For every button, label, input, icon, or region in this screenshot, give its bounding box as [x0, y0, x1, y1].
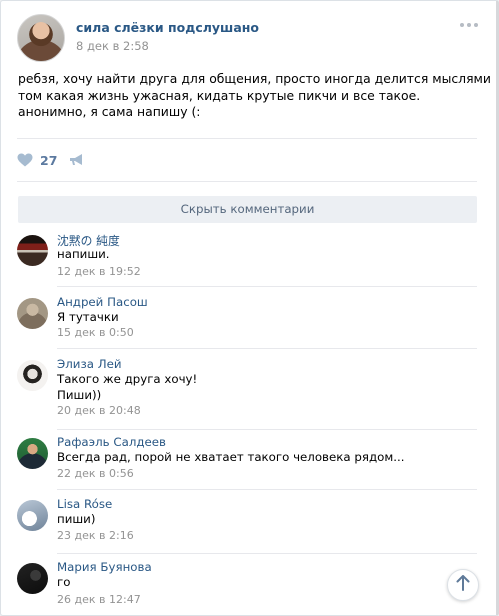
- post-text-line: ребзя, хочу найти друга для общения, про…: [18, 71, 499, 86]
- like-button[interactable]: 27: [17, 151, 57, 169]
- comment-item: 沈黙の 純度 напиши. 12 дек в 19:52: [17, 232, 479, 292]
- group-avatar[interactable]: [17, 14, 65, 62]
- comment-date[interactable]: 12 дек в 19:52: [57, 265, 141, 278]
- post-header: сила слёзки подслушано 8 дек в 2:58: [17, 14, 482, 62]
- comment-author[interactable]: Элиза Лей: [57, 357, 122, 371]
- scroll-to-top-button[interactable]: [447, 569, 479, 601]
- comment-avatar[interactable]: [17, 500, 48, 531]
- divider: [17, 138, 477, 139]
- comment-date[interactable]: 23 дек в 2:16: [57, 529, 134, 542]
- comment-text-line: го: [57, 575, 71, 589]
- comment-text-line: Пиши)): [57, 387, 102, 402]
- comment-item: Рафаэль Салдеев Всегда рад, порой не хва…: [17, 435, 479, 495]
- heart-icon: [17, 153, 33, 167]
- comment-text-line: Такого же друга хочу!: [57, 372, 198, 386]
- comment-date[interactable]: 22 дек в 0:56: [57, 467, 134, 480]
- divider: [57, 429, 477, 430]
- divider: [57, 553, 477, 554]
- divider: [57, 286, 477, 287]
- group-name-link[interactable]: сила слёзки подслушано: [76, 20, 259, 35]
- comment-text: напиши.: [57, 247, 110, 263]
- comment-text-line: напиши.: [57, 247, 110, 261]
- comment-avatar[interactable]: [17, 235, 48, 266]
- comment-author[interactable]: Lisa Róse: [57, 497, 112, 511]
- comment-text-line: пиши): [57, 512, 96, 526]
- comment-date[interactable]: 26 дек в 12:47: [57, 593, 141, 606]
- comment-text-line: Всегда рад, порой не хватает такого чело…: [57, 450, 405, 464]
- comment-avatar[interactable]: [17, 360, 48, 391]
- comment-date[interactable]: 15 дек в 0:50: [57, 326, 134, 339]
- comment-date[interactable]: 20 дек в 20:48: [57, 404, 141, 417]
- comment-text: го: [57, 575, 70, 591]
- comment-text: Я тутачки: [57, 310, 119, 326]
- comment-item: Андрей Пасош Я тутачки 15 дек в 0:50: [17, 295, 479, 355]
- comment-avatar[interactable]: [17, 438, 48, 469]
- post-date[interactable]: 8 дек в 2:58: [76, 39, 152, 53]
- post-date-text: 8 дек в 2:58: [76, 39, 149, 53]
- comment-item: Мария Буянова го 26 дек в 12:47: [17, 560, 479, 615]
- arrow-up-icon: [456, 575, 470, 595]
- comment-avatar[interactable]: [17, 298, 48, 329]
- divider: [57, 489, 477, 490]
- hide-comments-button[interactable]: Скрыть комментарии: [18, 196, 477, 223]
- share-icon[interactable]: [69, 152, 85, 171]
- post-text-line: анонимно, я сама напишу (:: [18, 104, 201, 119]
- more-icon[interactable]: [460, 22, 478, 28]
- comment-author[interactable]: Андрей Пасош: [57, 295, 148, 309]
- comment-text: Такого же друга хочу! Пиши)): [57, 372, 197, 403]
- post-text-line: том какая жизнь ужасная, кидать крутые п…: [18, 87, 421, 103]
- comment-author[interactable]: Мария Буянова: [57, 560, 152, 574]
- comment-item: Элиза Лей Такого же друга хочу! Пиши)) 2…: [17, 357, 479, 433]
- divider: [57, 348, 477, 349]
- comment-author[interactable]: Рафаэль Салдеев: [57, 435, 166, 449]
- post-card: сила слёзки подслушано 8 дек в 2:58 ребз…: [0, 0, 499, 616]
- comment-avatar[interactable]: [17, 563, 48, 594]
- comment-item: Lisa Róse пиши) 23 дек в 2:16: [17, 497, 479, 557]
- post-text: ребзя, хочу найти друга для общения, про…: [18, 71, 499, 121]
- divider: [17, 181, 477, 182]
- comment-text-line: Я тутачки: [57, 310, 119, 324]
- comment-text: пиши): [57, 512, 95, 528]
- comment-text: Всегда рад, порой не хватает такого чело…: [57, 450, 404, 466]
- like-count: 27: [40, 152, 58, 168]
